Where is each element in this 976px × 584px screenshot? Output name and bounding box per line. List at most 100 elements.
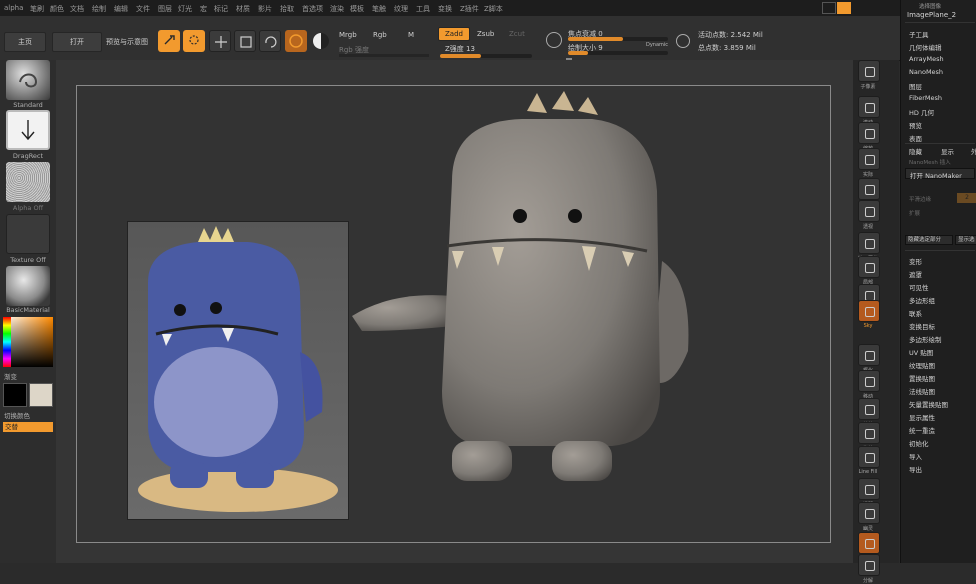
hue-strip[interactable] [3, 317, 11, 367]
texture-thumbnail[interactable] [6, 214, 50, 254]
nanomaker-button[interactable]: 打开 NanoMaker [905, 168, 975, 180]
alternate-button[interactable]: 交替 [3, 422, 53, 432]
palette-item[interactable]: 变形 [909, 256, 922, 266]
palette-item-hd-geometry[interactable]: HD 几何 [909, 107, 934, 117]
menu-item-transform[interactable]: 变换 [438, 4, 452, 14]
palette-item[interactable]: UV 贴图 [909, 347, 933, 357]
primary-color-swatch[interactable] [3, 383, 27, 407]
palette-item[interactable]: 变换目标 [909, 321, 935, 331]
menu-item-file[interactable]: 文件 [136, 4, 150, 14]
stroke-thumbnail[interactable] [6, 110, 50, 150]
z-intensity-slider[interactable] [440, 54, 532, 58]
menu-item-color[interactable]: 颜色 [50, 4, 64, 14]
menu-item-edit[interactable]: 编辑 [114, 4, 128, 14]
menu-item-alpha[interactable]: alpha [4, 4, 23, 12]
menu-item-marker[interactable]: 标记 [214, 4, 228, 14]
rgb-toggle[interactable]: Rgb [373, 31, 387, 39]
dynamic-toggle[interactable]: Dynamic [646, 42, 668, 48]
sculpt-model[interactable] [342, 91, 702, 501]
menu-item-tool[interactable]: 工具 [416, 4, 430, 14]
palette-item[interactable]: 显示属性 [909, 412, 935, 422]
scroll-button[interactable] [858, 96, 880, 118]
palette-item-subtool[interactable]: 子工具 [909, 29, 929, 39]
reference-image-plane[interactable] [127, 221, 349, 520]
material-thumbnail[interactable] [6, 266, 50, 306]
palette-item-nanomesh[interactable]: NanoMesh [909, 68, 943, 76]
menu-item-render[interactable]: 渲染 [330, 4, 344, 14]
gizmo-button[interactable] [285, 30, 307, 52]
home-button[interactable]: 主页 [4, 32, 46, 52]
solo-button[interactable] [858, 532, 880, 554]
palette-item-surface[interactable]: 表面 [909, 133, 922, 143]
move-button[interactable] [858, 370, 880, 392]
menu-item-stroke[interactable]: 笔触 [372, 4, 386, 14]
menu-item-preferences[interactable]: 首选项 [302, 4, 323, 14]
menu-item-brush[interactable]: 笔刷 [30, 4, 44, 14]
actual-button[interactable] [858, 148, 880, 170]
menu-item-picker[interactable]: 拾取 [280, 4, 294, 14]
brush-thumbnail[interactable] [6, 60, 50, 100]
current-tool-name[interactable]: ImagePlane_2 [907, 11, 956, 19]
xyz-button[interactable] [858, 300, 880, 322]
secondary-color-swatch[interactable] [29, 383, 53, 407]
palette-item[interactable]: 法线贴图 [909, 386, 935, 396]
menu-item-draw[interactable]: 绘制 [92, 4, 106, 14]
zadd-toggle[interactable]: Zadd [438, 27, 470, 41]
palette-item[interactable]: 纹理贴图 [909, 360, 935, 370]
transp-button[interactable] [858, 478, 880, 500]
zcut-toggle[interactable]: Zcut [509, 30, 525, 38]
palette-item-arraymesh[interactable]: ArrayMesh [909, 55, 944, 63]
persp-button[interactable] [858, 200, 880, 222]
floor-button[interactable] [858, 232, 880, 254]
window-control-button[interactable] [837, 2, 851, 14]
open-button[interactable]: 打开 [52, 32, 102, 52]
palette-item[interactable]: 初始化 [909, 438, 929, 448]
palette-item[interactable]: 矢量置换贴图 [909, 399, 948, 409]
tab-outer[interactable]: 外部 [971, 146, 976, 156]
draw-mode-button[interactable] [183, 30, 205, 52]
m-toggle[interactable]: M [408, 31, 414, 39]
draw-size-slider[interactable] [568, 51, 668, 55]
edit-mode-button[interactable] [158, 30, 180, 52]
palette-item[interactable]: 导出 [909, 464, 922, 474]
palette-item[interactable]: 多边形绘制 [909, 334, 942, 344]
aahalf-button[interactable] [858, 178, 880, 200]
ghost-button[interactable] [858, 502, 880, 524]
local-button[interactable] [858, 256, 880, 278]
tab-show[interactable]: 显示 [941, 146, 954, 156]
palette-item[interactable]: 导入 [909, 451, 922, 461]
menu-item-zscript[interactable]: Z脚本 [484, 4, 503, 14]
menu-item-movie[interactable]: 影片 [258, 4, 272, 14]
palette-item[interactable]: 遮罩 [909, 269, 922, 279]
hide-selected-button[interactable]: 隐藏选定部分 [905, 235, 953, 245]
palette-item[interactable]: 多边形组 [909, 295, 935, 305]
move-mode-button[interactable] [209, 30, 231, 52]
tab-hide[interactable]: 隐藏 [909, 146, 922, 156]
mrgb-toggle[interactable]: Mrgb [339, 31, 357, 39]
frame-button[interactable] [858, 344, 880, 366]
focal-shift-slider[interactable] [568, 37, 668, 41]
menu-item-stencil[interactable]: 模板 [350, 4, 364, 14]
scale-button[interactable] [858, 398, 880, 420]
palette-item-fibermesh[interactable]: FiberMesh [909, 94, 942, 102]
palette-item-geometry[interactable]: 几何体编辑 [909, 42, 942, 52]
menu-item-layer[interactable]: 图层 [158, 4, 172, 14]
switch-color-label[interactable]: 切换颜色 [4, 410, 60, 420]
menu-item-macro[interactable]: 宏 [200, 4, 207, 14]
subtool-button[interactable] [858, 60, 880, 82]
palette-item[interactable]: 统一重造 [909, 425, 935, 435]
linefill-button[interactable] [858, 446, 880, 468]
menu-item-document[interactable]: 文档 [70, 4, 84, 14]
window-control-button[interactable] [822, 2, 836, 14]
document-viewport[interactable] [76, 85, 831, 543]
palette-item[interactable]: 联系 [909, 308, 922, 318]
zsub-toggle[interactable]: Zsub [477, 30, 494, 38]
palette-item[interactable]: 置换贴图 [909, 373, 935, 383]
select-image-label[interactable]: 选择图像 [919, 2, 941, 10]
menu-item-light[interactable]: 灯光 [178, 4, 192, 14]
palette-item-layers[interactable]: 图层 [909, 81, 922, 91]
zoom-button[interactable] [858, 122, 880, 144]
rotate-mode-button[interactable] [259, 30, 281, 52]
xpose-button[interactable] [858, 554, 880, 576]
scale-mode-button[interactable] [234, 30, 256, 52]
